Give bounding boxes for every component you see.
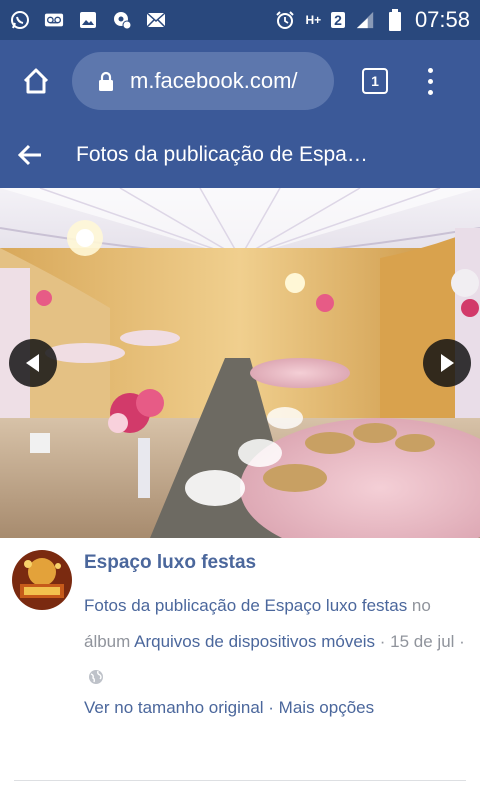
photo-caption: Fotos da publicação de Espaço luxo festa… — [84, 588, 468, 696]
page-name-link[interactable]: Espaço luxo festas — [84, 552, 256, 574]
options-separator: · — [263, 698, 279, 717]
page-header: Fotos da publicação de Espa… — [0, 122, 480, 188]
signal-icon — [355, 10, 375, 30]
alarm-icon — [275, 10, 295, 30]
post-details: Espaço luxo festas Fotos da publicação d… — [0, 538, 480, 800]
tab-switcher-button[interactable]: 1 — [362, 68, 388, 94]
view-original-size-link[interactable]: Ver no tamanho original — [84, 698, 264, 717]
menu-dot — [427, 78, 433, 84]
album-link[interactable]: Arquivos de dispositivos móveis — [134, 632, 375, 651]
menu-dot — [427, 67, 433, 73]
lock-icon — [99, 71, 113, 91]
url-text: m.facebook.com/ — [130, 68, 298, 93]
caption-connector: no — [407, 596, 431, 615]
browser-toolbar: m.facebook.com/ 1 — [0, 40, 480, 122]
sim-indicator: 2 — [331, 12, 345, 28]
avatar[interactable] — [12, 550, 72, 610]
chevron-right-icon — [441, 354, 454, 372]
voicemail-icon — [44, 10, 64, 30]
home-button[interactable] — [14, 59, 58, 103]
photo-options: Ver no tamanho original · Mais opções — [84, 698, 374, 718]
whatsapp-icon — [10, 10, 30, 30]
chevron-left-icon — [26, 354, 39, 372]
album-label: álbum — [84, 632, 131, 651]
overflow-menu-button[interactable] — [420, 61, 440, 101]
next-photo-button[interactable] — [423, 339, 471, 387]
more-options-link[interactable]: Mais opções — [279, 698, 374, 717]
menu-dot — [427, 89, 433, 95]
back-arrow-icon — [17, 144, 41, 166]
divider — [14, 780, 466, 781]
back-button[interactable] — [14, 139, 46, 171]
network-type: H+ — [305, 12, 322, 27]
settings-icon — [112, 10, 132, 30]
mail-icon — [146, 10, 166, 30]
status-bar: H+ 2 07:58 — [0, 0, 480, 40]
post-photo[interactable] — [0, 188, 480, 538]
home-icon — [23, 68, 49, 94]
globe-icon — [89, 670, 103, 684]
page-profile-picture — [12, 550, 72, 610]
page-title: Fotos da publicação de Espa… — [76, 143, 368, 166]
post-date: · 15 de jul · — [375, 632, 465, 651]
image-icon — [78, 10, 98, 30]
event-hall-photo — [0, 188, 480, 538]
address-bar[interactable]: m.facebook.com/ — [72, 52, 334, 110]
caption-post-link[interactable]: Fotos da publicação de Espaço luxo festa… — [84, 596, 407, 615]
battery-icon — [385, 9, 405, 31]
previous-photo-button[interactable] — [9, 339, 57, 387]
clock: 07:58 — [414, 7, 470, 32]
